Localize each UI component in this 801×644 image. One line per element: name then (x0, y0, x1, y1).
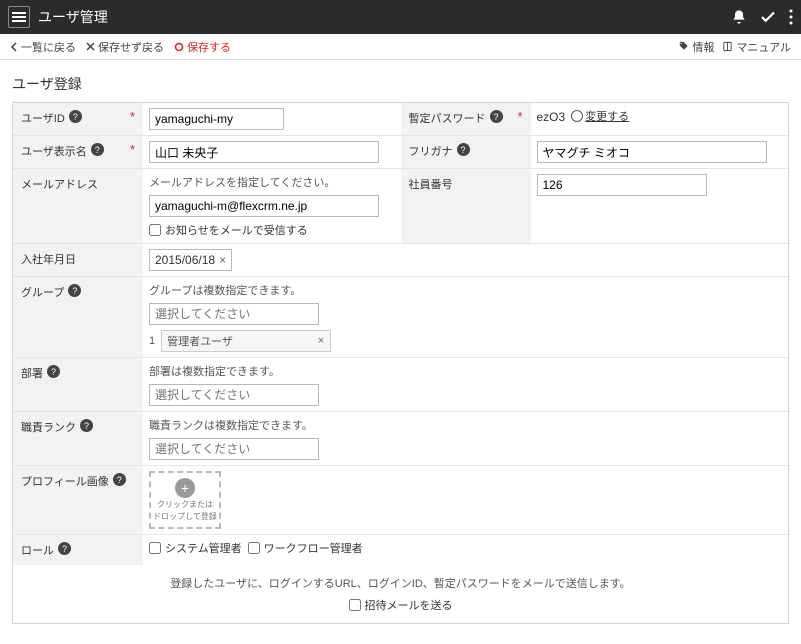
email-optin-check[interactable]: お知らせをメールで受信する (149, 222, 308, 238)
save-label: 保存する (187, 39, 231, 55)
change-password-link[interactable]: 変更する (571, 108, 629, 124)
book-icon (722, 41, 733, 52)
profile-image-dropzone[interactable]: + クリックまたは ドロップして登録 (149, 471, 221, 529)
label-join-date: 入社年月日 (13, 244, 143, 276)
label-role: ロール ? (13, 535, 143, 565)
send-invite-check[interactable]: 招待メールを送る (23, 597, 778, 613)
email-input[interactable] (149, 195, 379, 217)
invite-note: 登録したユーザに、ログインするURL、ログインID、暫定パスワードをメールで送信… (23, 575, 778, 591)
rank-select[interactable] (149, 438, 319, 460)
dept-note: 部署は複数指定できます。 (149, 363, 280, 379)
menu-icon[interactable] (8, 6, 30, 28)
action-toolbar: 一覧に戻る 保存せず戻る 保存する 情報 マニュアル (0, 34, 801, 60)
label-rank: 職責ランク ? (13, 412, 143, 465)
more-icon[interactable] (789, 9, 793, 25)
help-icon[interactable]: ? (490, 110, 503, 123)
section-title: ユーザ登録 (12, 68, 789, 102)
role-sysadmin-check[interactable]: システム管理者 (149, 540, 242, 556)
label-temp-password: 暫定パスワード ? * (401, 103, 531, 135)
email-note: メールアドレスを指定してください。 (149, 174, 335, 190)
help-icon[interactable]: ? (80, 419, 93, 432)
help-icon[interactable]: ? (113, 473, 126, 486)
refresh-icon (571, 110, 583, 122)
remove-tag-icon[interactable]: × (318, 335, 324, 347)
header-actions (731, 8, 793, 26)
discard-button[interactable]: 保存せず戻る (86, 39, 164, 55)
check-icon[interactable] (759, 8, 777, 26)
department-select[interactable] (149, 384, 319, 406)
page-title: ユーザ管理 (38, 7, 731, 27)
join-date-input[interactable]: 2015/06/18 × (149, 249, 232, 271)
bell-icon[interactable] (731, 9, 747, 25)
app-header: ユーザ管理 (0, 0, 801, 34)
circle-icon (174, 42, 184, 52)
plus-icon: + (175, 478, 195, 498)
label-profile-image: プロフィール画像 ? (13, 466, 143, 534)
role-workflow-check[interactable]: ワークフロー管理者 (248, 540, 363, 556)
manual-link[interactable]: マニュアル (722, 39, 791, 55)
required-mark: * (517, 110, 522, 123)
label-furigana: フリガナ ? (401, 136, 531, 168)
group-note: グループは複数指定できます。 (149, 282, 301, 298)
group-tag-index: 1 (149, 335, 155, 347)
group-tag: 管理者ユーザ × (161, 330, 331, 352)
label-emp-no: 社員番号 (401, 169, 531, 243)
help-icon[interactable]: ? (457, 143, 470, 156)
help-icon[interactable]: ? (91, 143, 104, 156)
label-group: グループ ? (13, 277, 143, 357)
required-mark: * (130, 110, 135, 123)
rank-note: 職責ランクは複数指定できます。 (149, 417, 313, 433)
clear-date-icon[interactable]: × (219, 253, 226, 267)
label-department: 部署 ? (13, 358, 143, 411)
discard-label: 保存せず戻る (98, 39, 164, 55)
back-button[interactable]: 一覧に戻る (10, 39, 76, 55)
info-label: 情報 (692, 39, 714, 55)
user-form: ユーザID ? * 暫定パスワード ? * ezO3 変更する (12, 102, 789, 624)
tag-icon (678, 41, 689, 52)
help-icon[interactable]: ? (47, 365, 60, 378)
label-display-name: ユーザ表示名 ? * (13, 136, 143, 168)
required-mark: * (130, 143, 135, 156)
emp-no-input[interactable] (537, 174, 707, 196)
display-name-input[interactable] (149, 141, 379, 163)
info-link[interactable]: 情報 (678, 39, 714, 55)
label-user-id: ユーザID ? * (13, 103, 143, 135)
help-icon[interactable]: ? (69, 110, 82, 123)
furigana-input[interactable] (537, 141, 767, 163)
chevron-left-icon (10, 42, 18, 52)
group-select[interactable] (149, 303, 319, 325)
back-label: 一覧に戻る (21, 39, 76, 55)
help-icon[interactable]: ? (58, 542, 71, 555)
help-icon[interactable]: ? (68, 284, 81, 297)
invite-footer: 登録したユーザに、ログインするURL、ログインID、暫定パスワードをメールで送信… (13, 565, 788, 623)
manual-label: マニュアル (736, 39, 791, 55)
save-button[interactable]: 保存する (174, 39, 231, 55)
temp-password-value: ezO3 (537, 108, 566, 124)
label-email: メールアドレス (13, 169, 143, 243)
close-icon (86, 42, 95, 51)
user-id-input[interactable] (149, 108, 284, 130)
